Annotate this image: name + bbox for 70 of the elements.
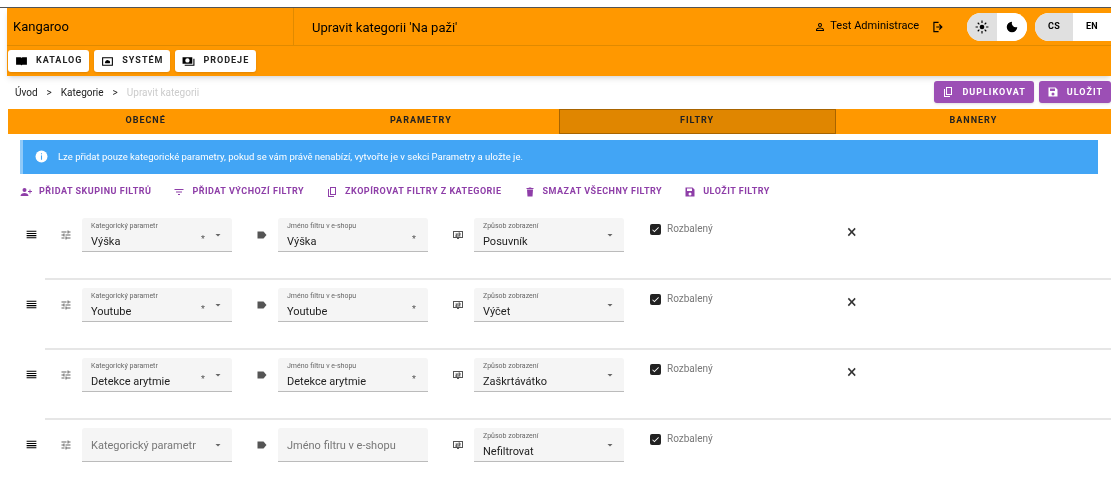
nav-button[interactable]: SYSTÉM — [94, 50, 171, 72]
checkbox-label: Rozbalený — [667, 222, 714, 236]
breadcrumb-item[interactable]: > — [112, 84, 118, 100]
checkbox-label: Rozbalený — [667, 432, 714, 446]
app-name: Kangaroo — [13, 17, 69, 36]
drag-handle-icon[interactable] — [25, 368, 38, 381]
book-icon — [15, 54, 28, 68]
logout-icon[interactable] — [931, 19, 945, 34]
filter-action-button[interactable]: PŘIDAT VÝCHOZÍ FILTRY — [173, 185, 305, 199]
drag-handle-icon[interactable] — [25, 298, 38, 311]
tag-icon — [256, 229, 268, 241]
theme-toggle-button[interactable] — [967, 12, 997, 41]
info-message: Lze přidat pouze kategorické parametry, pokud se vám právě nenabízí, vytvořte je v sekci Parametry a uložte je. — [58, 149, 523, 164]
select-field[interactable]: Kategorický parametr — [82, 428, 232, 462]
nav-button[interactable]: KATALOG — [8, 50, 90, 72]
floppy-icon — [684, 185, 697, 198]
tab[interactable]: FILTRY — [558, 108, 836, 134]
cash-icon — [182, 54, 196, 68]
user-name[interactable]: Test Administrace — [830, 18, 919, 35]
sliders-icon — [60, 229, 72, 241]
check-icon — [651, 435, 660, 444]
filter-action-button[interactable]: ULOŽIT FILTRY — [684, 185, 770, 199]
select-field[interactable]: Jméno filtru v e-shopu — [278, 428, 428, 462]
language-toggle-button[interactable]: CS — [1035, 12, 1073, 41]
tab[interactable]: PARAMETRY — [283, 108, 559, 134]
filter-action-button[interactable]: SMAZAT VŠECHNY FILTRY — [523, 185, 663, 199]
filter-action-button[interactable]: ZKOPÍROVAT FILTRY Z KATEGORIE — [326, 185, 502, 199]
monitor-icon — [101, 54, 115, 68]
checkbox[interactable] — [650, 294, 661, 305]
info-icon — [35, 150, 48, 164]
tag-icon — [256, 369, 268, 381]
breadcrumb-item[interactable]: > — [46, 84, 52, 100]
sun-icon — [975, 19, 989, 34]
display-icon — [452, 369, 464, 381]
sliders-icon — [60, 439, 72, 451]
close-button[interactable]: × — [847, 363, 857, 381]
copy-icon — [942, 86, 955, 99]
breadcrumb-item[interactable]: Kategorie — [60, 84, 104, 100]
checkbox[interactable] — [650, 434, 661, 445]
checkbox-label: Rozbalený — [667, 362, 714, 376]
checkbox[interactable] — [650, 364, 661, 375]
tag-icon — [256, 439, 268, 451]
check-icon — [651, 365, 660, 374]
floppy-icon — [1046, 86, 1059, 99]
action-button[interactable]: ULOŽIT — [1038, 81, 1111, 104]
page-title: Upravit kategorii 'Na paži' — [312, 19, 458, 35]
moon-icon — [1005, 19, 1019, 34]
check-icon — [651, 295, 660, 304]
checkbox[interactable] — [650, 224, 661, 235]
display-icon — [452, 299, 464, 311]
user-icon — [814, 20, 827, 33]
breadcrumb-item[interactable]: Úvod — [15, 84, 38, 100]
checkbox-label: Rozbalený — [667, 292, 714, 306]
display-icon — [452, 229, 464, 241]
drag-handle-icon[interactable] — [25, 438, 38, 451]
check-icon — [651, 225, 660, 234]
copy-icon — [326, 185, 339, 198]
filter-action-button[interactable]: PŘIDAT SKUPINU FILTRŮ — [20, 185, 152, 199]
tag-icon — [256, 299, 268, 311]
close-button[interactable]: × — [847, 223, 857, 241]
tab[interactable]: OBECNÉ — [8, 108, 284, 134]
sliders-icon — [60, 299, 72, 311]
people-add-icon — [20, 185, 32, 198]
display-icon — [452, 439, 464, 451]
drag-handle-icon[interactable] — [25, 228, 38, 241]
sliders-icon — [60, 369, 72, 381]
nav-button[interactable]: PRODEJE — [175, 50, 257, 72]
tab[interactable]: BANNERY — [835, 108, 1111, 134]
action-button[interactable]: DUPLIKOVAT — [934, 81, 1034, 104]
close-button[interactable]: × — [847, 293, 857, 311]
